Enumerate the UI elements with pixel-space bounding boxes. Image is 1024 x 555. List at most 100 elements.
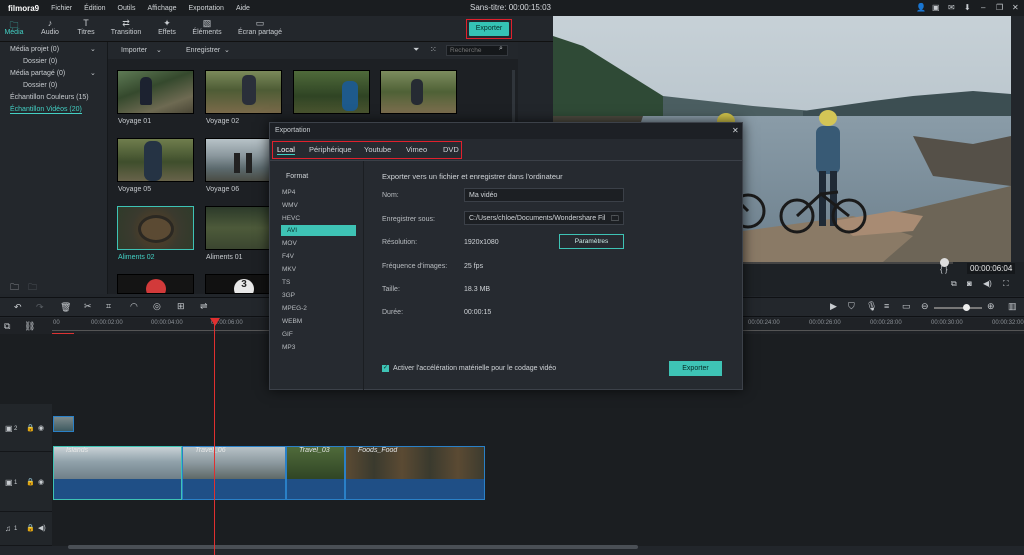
- overlay-clip[interactable]: [53, 416, 74, 432]
- tab-titles[interactable]: T Titres: [66, 18, 106, 36]
- crop-icon[interactable]: ⌗: [106, 301, 111, 312]
- format-mkv[interactable]: MKV: [282, 266, 296, 273]
- snapshot-icon[interactable]: ▭: [902, 301, 911, 312]
- tab-media[interactable]: 🗀 Média: [0, 18, 34, 36]
- tab-effects[interactable]: ✦ Effets: [147, 18, 187, 36]
- search-icon[interactable]: ⌕: [499, 45, 503, 53]
- format-avi[interactable]: AVI: [281, 225, 356, 236]
- menu-affichage[interactable]: Affichage: [147, 5, 176, 12]
- format-ts[interactable]: TS: [282, 279, 290, 286]
- menu-outils[interactable]: Outils: [118, 5, 136, 12]
- format-hevc[interactable]: HEVC: [282, 215, 300, 222]
- playhead[interactable]: [214, 318, 215, 555]
- audio-mixer-icon[interactable]: ⇌: [200, 301, 208, 312]
- tab-local[interactable]: Local: [277, 145, 295, 155]
- format-mp3[interactable]: MP3: [282, 344, 295, 351]
- format-mpeg2[interactable]: MPEG-2: [282, 305, 307, 312]
- format-mp4[interactable]: MP4: [282, 189, 295, 196]
- playhead-handle[interactable]: [210, 318, 220, 326]
- library-item-folder[interactable]: Dossier (0): [23, 58, 57, 65]
- volume-icon[interactable]: ◀): [983, 279, 992, 288]
- tab-vimeo[interactable]: Vimeo: [406, 145, 427, 154]
- settings-button[interactable]: Paramètres: [559, 234, 624, 249]
- speed-icon[interactable]: ◠: [130, 301, 138, 312]
- tab-device[interactable]: Périphérique: [309, 145, 352, 154]
- link-icon[interactable]: ⛓: [24, 321, 35, 332]
- menu-exportation[interactable]: Exportation: [189, 5, 224, 12]
- camera-icon[interactable]: ◙: [967, 279, 972, 288]
- save-location-field[interactable]: C:/Users/chloe/Documents/Wondershare Fil: [464, 211, 624, 225]
- media-thumbnail-voyage-05[interactable]: [117, 138, 194, 182]
- library-item-folder[interactable]: Dossier (0): [23, 82, 57, 89]
- cut-icon[interactable]: ✂: [84, 301, 92, 312]
- account-icon[interactable]: 👤: [916, 3, 926, 12]
- fullscreen-icon[interactable]: ⛶: [1003, 279, 1009, 289]
- mail-icon[interactable]: ✉: [948, 3, 955, 12]
- eye-icon[interactable]: ◉: [38, 424, 44, 432]
- lock-icon[interactable]: 🔒: [26, 524, 35, 532]
- tab-dvd[interactable]: DVD: [443, 145, 459, 154]
- bracket-icon[interactable]: { }: [940, 265, 948, 274]
- gpu-checkbox[interactable]: ✓: [382, 365, 389, 372]
- timeline-clip-islands[interactable]: Islands: [53, 446, 182, 500]
- media-thumbnail-countdown-red[interactable]: [117, 274, 194, 294]
- format-f4v[interactable]: F4V: [282, 253, 294, 260]
- close-icon[interactable]: ✕: [1012, 3, 1019, 12]
- folder-icon[interactable]: 🗀: [611, 213, 619, 227]
- export-button[interactable]: Exporter: [469, 22, 509, 36]
- tab-youtube[interactable]: Youtube: [364, 145, 391, 154]
- download-icon[interactable]: ⬇: [964, 3, 971, 12]
- screen-icon[interactable]: ⧉: [951, 279, 957, 289]
- color-icon[interactable]: ◎: [153, 301, 161, 312]
- tracks-icon[interactable]: ▥: [1008, 301, 1017, 312]
- undo-icon[interactable]: ↶: [14, 302, 22, 313]
- grid-view-icon[interactable]: ⁙: [430, 45, 437, 54]
- menu-fichier[interactable]: Fichier: [51, 5, 72, 12]
- library-item-shared[interactable]: Média partagé (0): [10, 70, 65, 77]
- shield-icon[interactable]: ⛉: [848, 301, 855, 312]
- record-dropdown[interactable]: Enregistrer: [186, 47, 220, 54]
- library-item-colors[interactable]: Échantillon Couleurs (15): [10, 94, 89, 101]
- delete-icon[interactable]: 🗑: [60, 302, 71, 313]
- timeline-clip-travel-06[interactable]: Travel_06: [182, 446, 286, 500]
- media-thumbnail-voyage-01[interactable]: [117, 70, 194, 114]
- timeline-scrollbar[interactable]: [68, 545, 638, 549]
- tab-elements[interactable]: ▧ Éléments: [187, 18, 227, 36]
- eye-icon[interactable]: ◉: [38, 478, 44, 486]
- format-3gp[interactable]: 3GP: [282, 292, 295, 299]
- format-wmv[interactable]: WMV: [282, 202, 298, 209]
- media-thumbnail-voyage-02[interactable]: [205, 70, 282, 114]
- library-item-videos[interactable]: Échantillon Vidéos (20): [10, 106, 82, 114]
- import-dropdown[interactable]: Importer: [121, 47, 147, 54]
- menu-aide[interactable]: Aide: [236, 5, 250, 12]
- zoom-slider[interactable]: [934, 307, 982, 309]
- chevron-down-icon[interactable]: ⌄: [156, 46, 162, 54]
- zoom-slider-handle[interactable]: [963, 304, 970, 311]
- folder-icon[interactable]: 🗀: [28, 280, 37, 296]
- lock-icon[interactable]: 🔒: [26, 424, 35, 432]
- save-icon[interactable]: ▣: [932, 3, 940, 12]
- speaker-icon[interactable]: ◀): [38, 524, 46, 532]
- close-icon[interactable]: ✕: [732, 126, 739, 135]
- library-item-project[interactable]: Média projet (0): [10, 46, 59, 53]
- chevron-down-icon[interactable]: ⌄: [90, 45, 96, 53]
- format-webm[interactable]: WEBM: [282, 318, 302, 325]
- minimize-icon[interactable]: –: [981, 3, 985, 12]
- zoom-in-icon[interactable]: ⊕: [987, 301, 995, 312]
- green-screen-icon[interactable]: ⊞: [177, 301, 185, 312]
- format-gif[interactable]: GIF: [282, 331, 293, 338]
- dialog-export-button[interactable]: Exporter: [669, 361, 722, 376]
- media-thumbnail-voyage-04[interactable]: [380, 70, 457, 114]
- voiceover-icon[interactable]: ≡: [884, 301, 889, 311]
- zoom-out-icon[interactable]: ⊖: [921, 301, 929, 312]
- tab-transition[interactable]: ⇄ Transition: [106, 18, 146, 36]
- timeline-clip-foods[interactable]: Foods_Food: [345, 446, 485, 500]
- add-folder-icon[interactable]: 🗀: [10, 280, 19, 296]
- render-icon[interactable]: ▶: [830, 301, 837, 312]
- restore-icon[interactable]: ❐: [996, 3, 1003, 12]
- redo-icon[interactable]: ↷: [36, 302, 44, 313]
- add-track-icon[interactable]: ⧉: [4, 321, 10, 332]
- menu-edition[interactable]: Édition: [84, 5, 105, 12]
- media-thumbnail-aliments-02[interactable]: [117, 206, 194, 250]
- chevron-down-icon[interactable]: ⌄: [224, 46, 230, 54]
